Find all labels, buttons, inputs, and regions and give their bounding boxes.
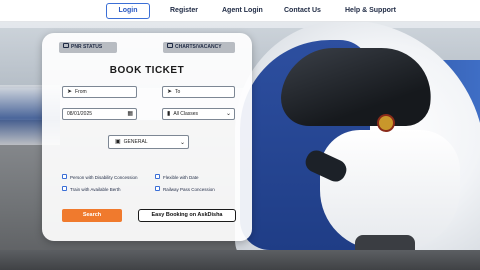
disability-concession-checkbox[interactable]: Person with Disability Concession [62, 174, 138, 181]
checkbox-box[interactable] [62, 174, 67, 180]
chevron-down-icon: ⌄ [225, 111, 231, 117]
search-button[interactable]: Search [62, 209, 122, 222]
train-nose-lower [320, 130, 460, 250]
nav-agent-login-link[interactable]: Agent Login [222, 4, 263, 18]
checkbox-label: Train with Available Berth [70, 187, 121, 192]
journey-date-input[interactable]: 08/01/2025 ▦ [62, 108, 137, 120]
checkbox-label: Person with Disability Concession [70, 175, 138, 180]
nav-help-support-link[interactable]: Help & Support [345, 4, 396, 18]
checkbox-box[interactable] [155, 174, 160, 180]
from-placeholder: From [75, 89, 87, 95]
to-placeholder: To [175, 89, 181, 95]
charts-vacancy-tab[interactable]: CHARTS/VACANCY [163, 42, 235, 53]
book-ticket-card: PNR STATUS CHARTS/VACANCY BOOK TICKET ➤ F… [42, 33, 252, 241]
checkbox-box[interactable] [62, 186, 67, 192]
railway-pass-checkbox[interactable]: Railway Pass Concession [155, 186, 215, 193]
rail-track [0, 250, 480, 270]
chevron-down-icon: ⌄ [179, 140, 185, 146]
quota-select[interactable]: ▣ GENERAL ⌄ [108, 135, 189, 149]
quota-value: GENERAL [123, 139, 148, 145]
location-arrow-icon: ➤ [167, 89, 173, 95]
date-value: 08/01/2025 [67, 111, 93, 117]
from-station-input[interactable]: ➤ From [62, 86, 137, 98]
to-station-input[interactable]: ➤ To [162, 86, 235, 98]
checkbox-label: Railway Pass Concession [163, 187, 215, 192]
train-class-icon: ▮ [167, 111, 171, 117]
nav-register-link[interactable]: Register [170, 4, 198, 18]
class-value: All Classes [173, 111, 199, 117]
flexible-date-checkbox[interactable]: Flexible with Date [155, 174, 199, 181]
top-nav: Login Register Agent Login Contact Us He… [0, 0, 480, 22]
chart-icon [167, 43, 173, 49]
checkbox-label: Flexible with Date [163, 175, 199, 180]
location-arrow-icon: ➤ [67, 89, 73, 95]
charts-vacancy-label: CHARTS/VACANCY [175, 44, 222, 50]
railway-emblem [377, 114, 395, 132]
available-berth-checkbox[interactable]: Train with Available Berth [62, 186, 121, 193]
pnr-status-tab[interactable]: PNR STATUS [59, 42, 117, 53]
nav-contact-us-link[interactable]: Contact Us [284, 4, 321, 18]
askdisha-button[interactable]: Easy Booking on AskDisha [138, 209, 236, 222]
calendar-icon[interactable]: ▦ [127, 109, 133, 119]
ticket-icon [63, 43, 69, 49]
checkbox-box[interactable] [155, 186, 160, 192]
pnr-status-label: PNR STATUS [71, 44, 103, 50]
briefcase-icon: ▣ [115, 139, 121, 145]
page-title: BOOK TICKET [109, 65, 185, 76]
train-windshield [277, 48, 437, 126]
nav-login-button[interactable]: Login [106, 3, 150, 19]
class-select[interactable]: ▮ All Classes ⌄ [162, 108, 235, 120]
